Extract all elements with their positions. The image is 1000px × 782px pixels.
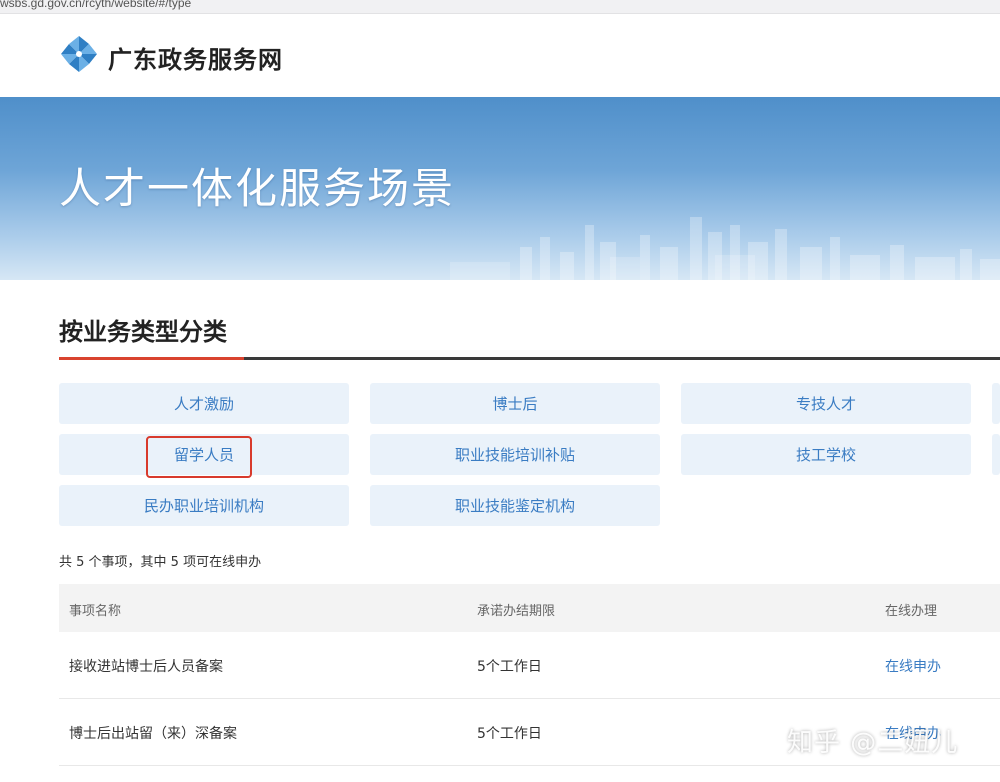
apply-online-link[interactable]: 在线申办	[885, 656, 941, 676]
category-button-clipped[interactable]	[992, 383, 1000, 424]
column-header-online: 在线办理	[885, 604, 938, 619]
section-divider-accent	[59, 357, 244, 360]
category-button-technical-school[interactable]: 技工学校	[681, 434, 971, 475]
item-name: 博士后出站留（来）深备案	[69, 726, 237, 742]
category-button-skill-appraisal-institution[interactable]: 职业技能鉴定机构	[370, 485, 660, 526]
pinwheel-logo-icon[interactable]	[59, 34, 99, 74]
site-name[interactable]: 广东政务服务网	[108, 40, 283, 75]
section-title: 按业务类型分类	[59, 318, 227, 346]
highlight-annotation-box	[146, 436, 252, 478]
table-row: 接收进站博士后人员备案 5个工作日 在线申办	[59, 632, 1000, 699]
category-button-professional-talent[interactable]: 专技人才	[681, 383, 971, 424]
column-header-deadline: 承诺办结期限	[477, 604, 556, 619]
item-name: 接收进站博士后人员备案	[69, 659, 223, 675]
category-button-skill-training-subsidy[interactable]: 职业技能培训补贴	[370, 434, 660, 475]
category-button-postdoc[interactable]: 博士后	[370, 383, 660, 424]
items-count-summary: 共 5 个事项，其中 5 项可在线申办	[59, 555, 262, 570]
url-text: wsbs.gd.gov.cn/rcyth/website/#/type	[0, 0, 192, 10]
item-deadline: 5个工作日	[477, 726, 542, 742]
browser-url-bar[interactable]: wsbs.gd.gov.cn/rcyth/website/#/type	[0, 0, 1000, 14]
category-button-private-training-institution[interactable]: 民办职业培训机构	[59, 485, 349, 526]
category-button-clipped[interactable]	[992, 434, 1000, 475]
table-header: 事项名称 承诺办结期限 在线办理	[59, 584, 1000, 632]
column-header-name: 事项名称	[69, 604, 122, 619]
banner-title: 人才一体化服务场景	[59, 164, 456, 213]
zhihu-watermark: 知乎 @二妞儿	[787, 728, 959, 758]
hero-banner: 人才一体化服务场景	[0, 97, 1000, 280]
site-header: 广东政务服务网	[0, 14, 1000, 97]
item-deadline: 5个工作日	[477, 659, 542, 675]
category-button-talent-incentive[interactable]: 人才激励	[59, 383, 349, 424]
